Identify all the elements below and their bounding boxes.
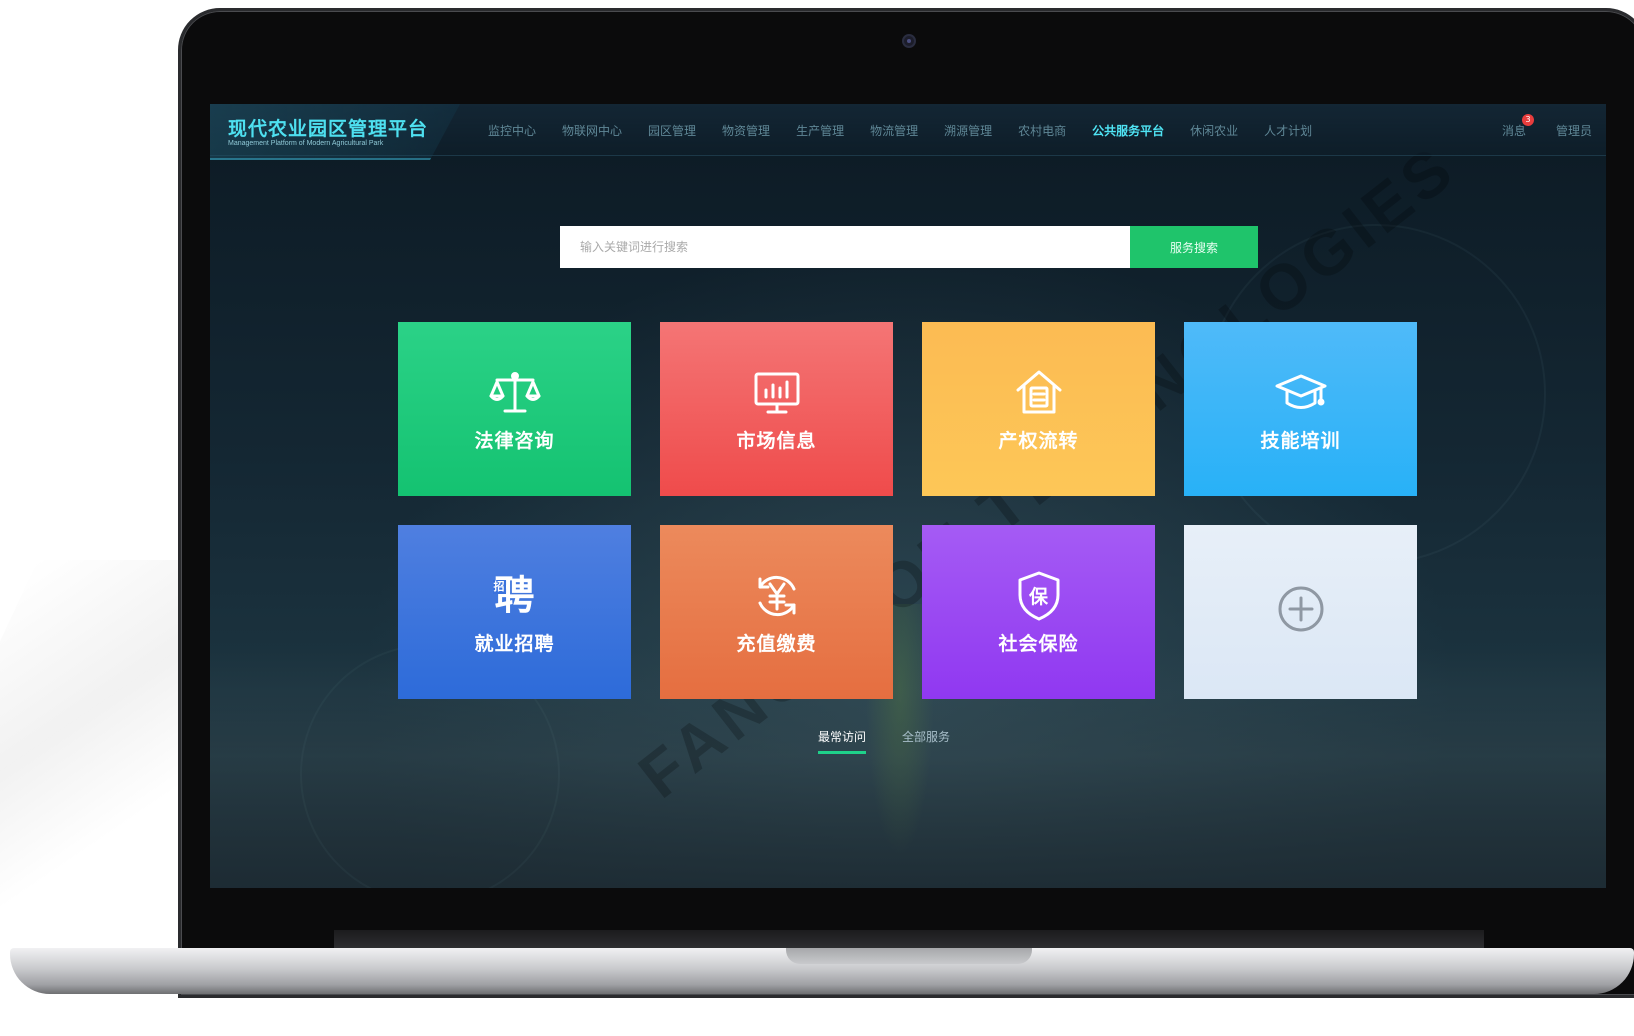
tile-recharge[interactable]: 充值缴费 [660, 525, 893, 699]
logo-subtitle: Management Platform of Modern Agricultur… [228, 140, 384, 147]
nav-item-iot[interactable]: 物联网中心 [562, 122, 622, 139]
tile-label: 就业招聘 [474, 633, 555, 655]
service-grid: 法律咨询 市场信息 产权流转 技能培训 聘 招 就业招聘 充值缴费 保 社会保险 [398, 322, 1417, 699]
nav-item-logistics[interactable]: 物流管理 [870, 122, 918, 139]
recruit-subchar: 招 [492, 579, 506, 594]
app-screen: FANGZHOU TECHNOLOGIES 现代农业园区管理平台 Managem… [210, 104, 1606, 888]
search-button[interactable]: 服务搜索 [1130, 226, 1258, 268]
nav-item-materials[interactable]: 物资管理 [722, 122, 770, 139]
messages-badge: 3 [1521, 113, 1534, 126]
nav-item-talent[interactable]: 人才计划 [1264, 122, 1312, 139]
add-circle-icon [1274, 582, 1328, 636]
recruit-char-icon: 聘 招 [488, 569, 542, 623]
nav-item-traceability[interactable]: 溯源管理 [944, 122, 992, 139]
nav-item-leisure[interactable]: 休闲农业 [1190, 122, 1238, 139]
top-header: 现代农业园区管理平台 Management Platform of Modern… [210, 104, 1606, 160]
nav-item-public-service[interactable]: 公共服务平台 [1092, 122, 1164, 139]
service-search: 服务搜索 [560, 226, 1258, 268]
insurance-shield-icon: 保 [1012, 569, 1066, 623]
nav-item-production[interactable]: 生产管理 [796, 122, 844, 139]
tab-most-visited[interactable]: 最常访问 [818, 728, 867, 754]
nav-item-ecommerce[interactable]: 农村电商 [1018, 122, 1066, 139]
scales-icon [488, 366, 542, 420]
house-document-icon [1012, 366, 1066, 420]
messages-link[interactable]: 消息 3 [1501, 113, 1534, 139]
nav-item-park[interactable]: 园区管理 [648, 122, 696, 139]
tile-label: 技能培训 [1260, 430, 1341, 452]
main-nav: 监控中心 物联网中心 园区管理 物资管理 生产管理 物流管理 溯源管理 农村电商… [488, 104, 1338, 156]
tile-label: 法律咨询 [474, 430, 555, 452]
tile-label: 社会保险 [998, 633, 1079, 655]
tile-label: 充值缴费 [736, 633, 817, 655]
laptop-hinge [334, 930, 1484, 948]
tile-market-info[interactable]: 市场信息 [660, 322, 893, 496]
chart-monitor-icon [750, 366, 804, 420]
camera-icon [902, 34, 916, 48]
service-tabs: 最常访问 全部服务 [818, 728, 986, 754]
logo[interactable]: 现代农业园区管理平台 Management Platform of Modern… [210, 104, 460, 160]
search-input[interactable] [560, 226, 1130, 268]
insurance-char: 保 [1028, 586, 1048, 608]
tile-property-transfer[interactable]: 产权流转 [922, 322, 1155, 496]
tile-label: 产权流转 [998, 430, 1079, 452]
tab-all-services[interactable]: 全部服务 [902, 728, 950, 754]
tile-social-insurance[interactable]: 保 社会保险 [922, 525, 1155, 699]
messages-label: 消息 [1501, 123, 1526, 138]
yuan-refresh-icon [750, 569, 804, 623]
nav-item-monitor[interactable]: 监控中心 [488, 122, 536, 139]
laptop-notch [786, 948, 1032, 964]
admin-link[interactable]: 管理员 [1556, 122, 1592, 139]
tile-label: 市场信息 [736, 430, 817, 452]
tile-skill-training[interactable]: 技能培训 [1184, 322, 1417, 496]
tile-employment[interactable]: 聘 招 就业招聘 [398, 525, 631, 699]
tile-add-service[interactable] [1184, 525, 1417, 699]
tile-legal-consult[interactable]: 法律咨询 [398, 322, 631, 496]
graduation-cap-icon [1274, 366, 1328, 420]
header-right: 消息 3 管理员 [1502, 104, 1592, 156]
logo-title: 现代农业园区管理平台 [228, 119, 429, 140]
